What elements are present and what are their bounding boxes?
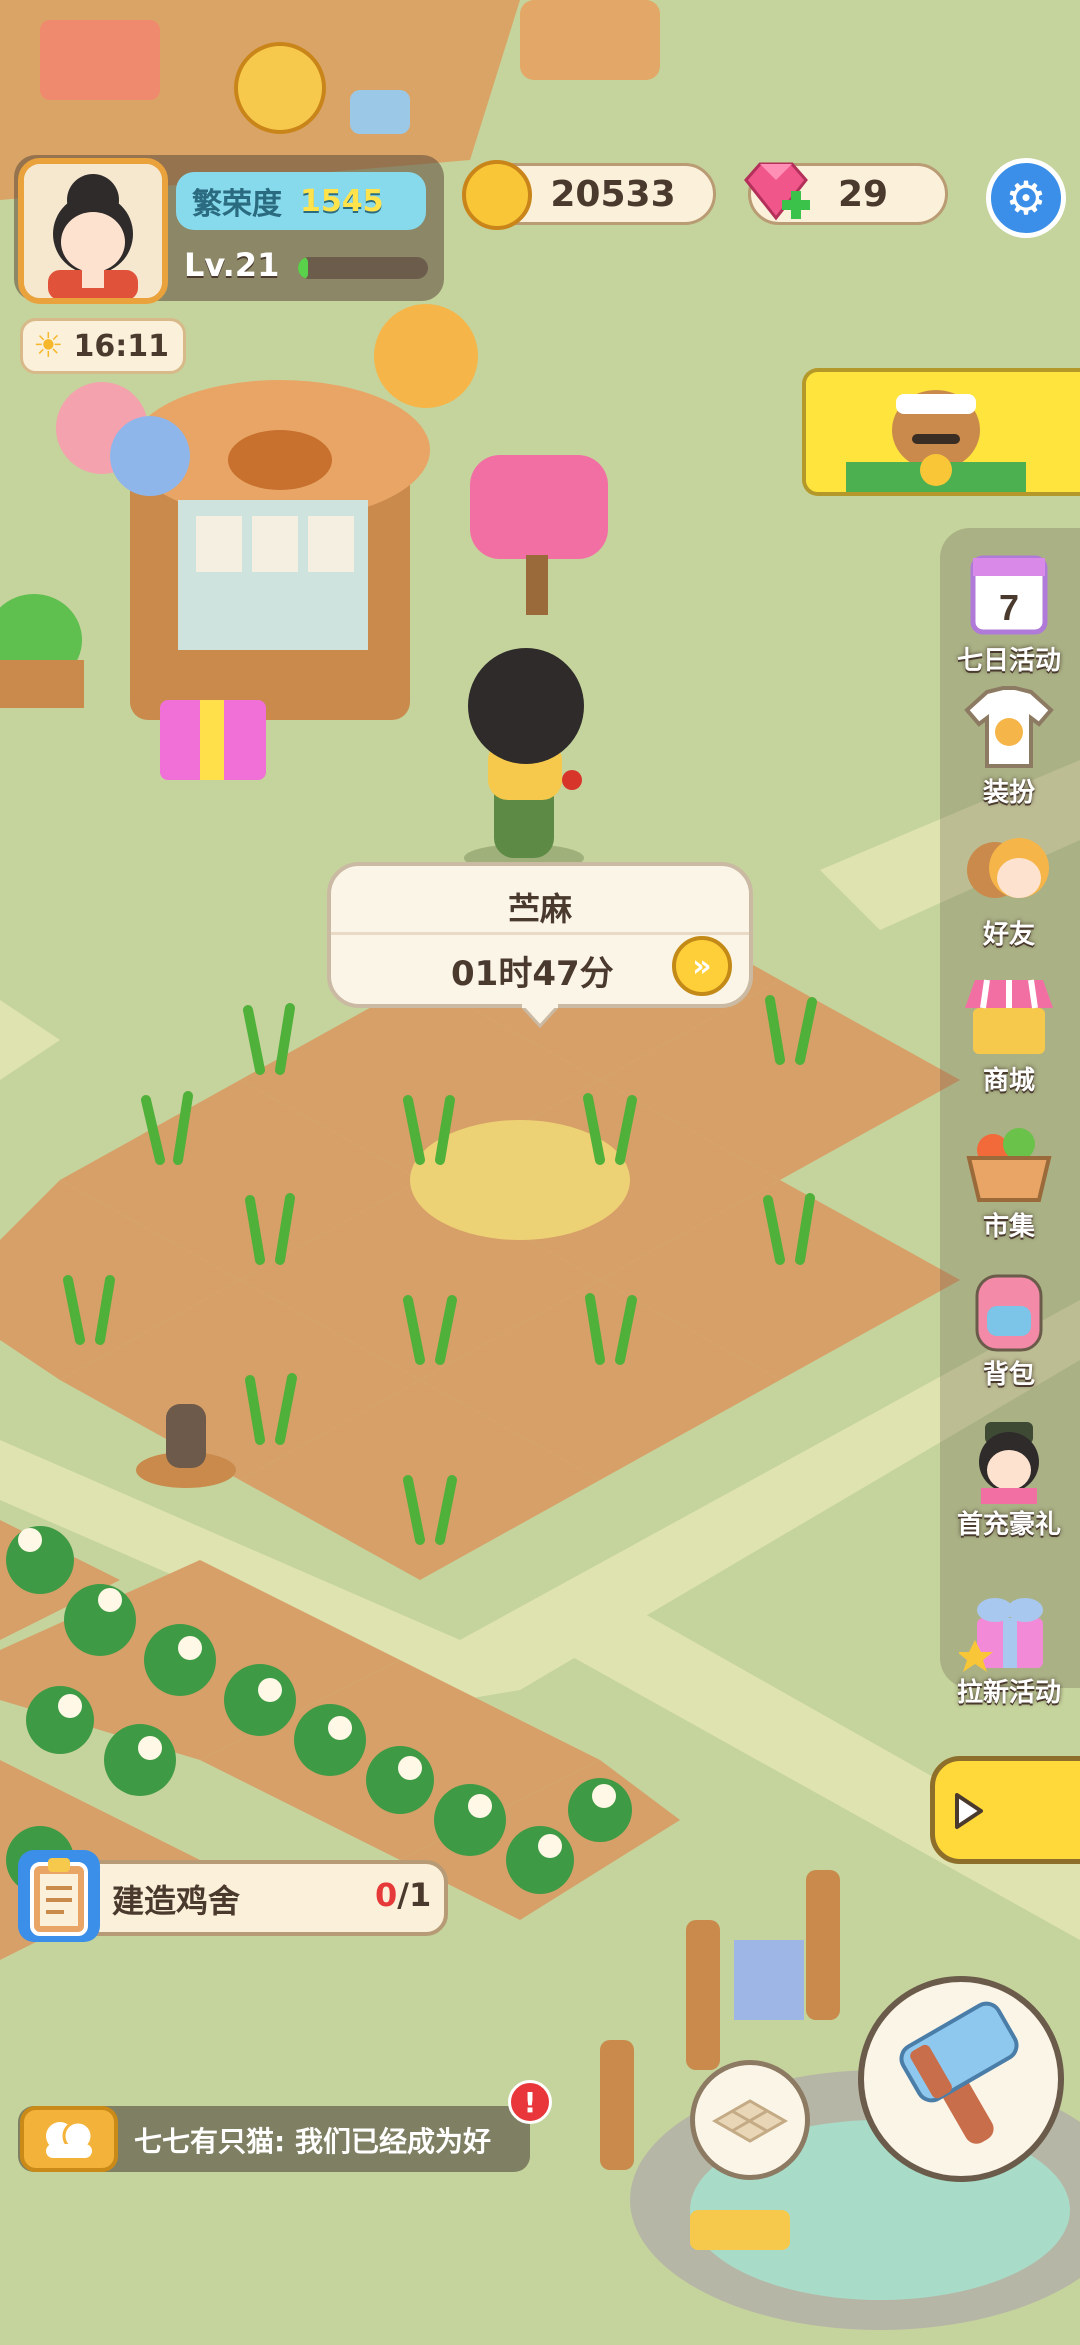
menu-first-recharge[interactable]: 首充豪礼 bbox=[944, 1412, 1074, 1552]
chat-message: 七七有只猫: 我们已经成为好 bbox=[134, 2125, 491, 2158]
tile-grid-icon bbox=[711, 2099, 789, 2143]
menu-backpack[interactable]: 背包 bbox=[944, 1262, 1074, 1402]
xp-progress-bar bbox=[298, 257, 428, 279]
promo-banner[interactable] bbox=[802, 368, 1080, 496]
menu-label: 七日活动 bbox=[956, 646, 1061, 676]
quest-total: /1 bbox=[397, 1876, 432, 1914]
gem-amount: 29 bbox=[837, 173, 889, 215]
tooltip-pointer bbox=[520, 1004, 560, 1028]
menu-dress-up[interactable]: 装扮 bbox=[944, 680, 1074, 820]
clipboard-icon bbox=[18, 1850, 100, 1942]
gear-icon: ⚙ bbox=[1005, 171, 1047, 225]
menu-label: 装扮 bbox=[982, 778, 1035, 808]
menu-label: 拉新活动 bbox=[956, 1678, 1061, 1708]
hammer-tool-button[interactable] bbox=[858, 1976, 1064, 2182]
tooltip-divider bbox=[331, 932, 749, 935]
menu-label: 好友 bbox=[982, 920, 1035, 950]
expand-tab-button[interactable] bbox=[930, 1756, 1080, 1864]
speed-up-button[interactable]: » bbox=[672, 936, 732, 996]
prosperity-value: 1545 bbox=[300, 183, 384, 219]
avatar-portrait-icon bbox=[24, 164, 162, 298]
crop-remaining-time: 01时47分 bbox=[451, 954, 614, 994]
rich-cat-promo-icon bbox=[806, 372, 1080, 492]
menu-label: 市集 bbox=[982, 1212, 1035, 1242]
menu-label: 商城 bbox=[982, 1066, 1035, 1096]
coin-icon bbox=[462, 160, 532, 230]
chat-button[interactable] bbox=[20, 2106, 118, 2172]
menu-label: 首充豪礼 bbox=[956, 1510, 1061, 1540]
first-recharge-icon bbox=[979, 1422, 1039, 1504]
menu-seven-day-event[interactable]: 7 七日活动 bbox=[944, 548, 1074, 688]
hammer-icon bbox=[899, 2001, 1019, 2144]
gem-plus-icon[interactable] bbox=[740, 160, 812, 226]
clock-time: 16:11 bbox=[73, 328, 169, 364]
menu-friends[interactable]: 好友 bbox=[944, 822, 1074, 962]
menu-market[interactable]: 市集 bbox=[944, 1114, 1074, 1254]
gift-box-icon bbox=[957, 1598, 1043, 1672]
player-level: Lv.21 bbox=[184, 246, 280, 284]
backpack-icon bbox=[975, 1274, 1043, 1352]
quest-current: 0 bbox=[375, 1876, 398, 1914]
game-clock: ☀ 16:11 bbox=[20, 318, 186, 374]
quest-title: 建造鸡舍 bbox=[112, 1882, 241, 1920]
shop-icon bbox=[965, 979, 1053, 1054]
coin-amount: 20533 bbox=[550, 173, 676, 215]
prosperity-label: 繁荣度 bbox=[192, 187, 282, 222]
alert-badge-icon: ! bbox=[508, 2080, 552, 2124]
crop-name: 苎麻 bbox=[507, 890, 572, 928]
menu-invite-event[interactable]: 拉新活动 bbox=[944, 1580, 1074, 1720]
market-basket-icon bbox=[966, 1128, 1052, 1202]
svg-text:7: 7 bbox=[999, 587, 1019, 628]
chat-people-icon bbox=[46, 2120, 94, 2158]
sun-icon: ☀ bbox=[33, 326, 64, 366]
play-arrow-icon bbox=[955, 1793, 983, 1829]
avatar[interactable] bbox=[18, 158, 168, 304]
build-mode-button[interactable] bbox=[690, 2060, 810, 2180]
tshirt-icon bbox=[964, 686, 1054, 768]
menu-shop[interactable]: 商城 bbox=[944, 968, 1074, 1108]
quest-progress: 0/1 bbox=[375, 1876, 431, 1914]
menu-label: 背包 bbox=[982, 1360, 1035, 1390]
calendar-icon: 7 bbox=[970, 555, 1048, 635]
prosperity-badge: 繁荣度 1545 bbox=[176, 172, 426, 230]
fast-forward-icon: » bbox=[692, 948, 712, 984]
friends-icon bbox=[967, 838, 1049, 898]
settings-gear-button[interactable]: ⚙ bbox=[986, 158, 1066, 238]
